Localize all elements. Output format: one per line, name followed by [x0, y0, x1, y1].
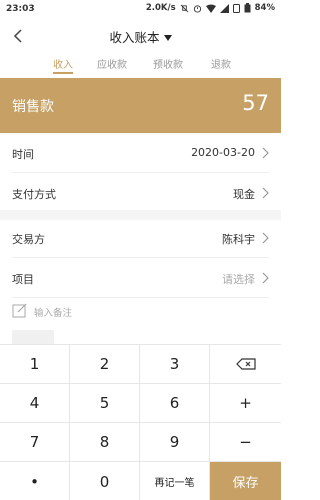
chevron-right-icon	[262, 272, 269, 284]
save-and-new-button[interactable]: 再记一笔	[140, 462, 210, 500]
chevron-right-icon	[262, 232, 269, 244]
header: 收入账本	[0, 20, 281, 50]
save-button[interactable]: 保存	[210, 462, 281, 500]
key-dot[interactable]: •	[0, 462, 70, 500]
battery-percent: 84%	[254, 3, 275, 13]
key-8[interactable]: 8	[70, 423, 140, 462]
project-label: 项目	[12, 273, 34, 286]
payment-row[interactable]: 支付方式 现金	[12, 173, 269, 213]
caret-down-icon	[163, 35, 172, 41]
key-1[interactable]: 1	[0, 345, 70, 384]
counterparty-label: 交易方	[12, 233, 45, 246]
numeric-keypad: 1 2 3 4 5 6 + 7 8 9 − • 0 再记一笔 保存	[0, 344, 281, 500]
signal-icon	[219, 3, 229, 13]
key-9[interactable]: 9	[140, 423, 210, 462]
key-plus[interactable]: +	[210, 384, 281, 423]
project-placeholder: 请选择	[222, 273, 255, 286]
counterparty-value: 陈科宇	[222, 233, 255, 246]
status-time: 23:03	[6, 4, 35, 14]
key-0[interactable]: 0	[70, 462, 140, 500]
tab-receivable[interactable]: 应收款	[92, 56, 132, 71]
backspace-icon	[235, 358, 256, 370]
time-row[interactable]: 时间 2020-03-20	[12, 133, 269, 173]
tab-indicator	[53, 72, 73, 74]
status-right: 2.0K/s 84%	[146, 3, 275, 13]
wifi-icon	[205, 4, 216, 13]
status-bar: 23:03 2.0K/s 84%	[0, 0, 281, 20]
key-6[interactable]: 6	[140, 384, 210, 423]
tab-prepayment[interactable]: 预收款	[148, 56, 188, 71]
note-placeholder: 输入备注	[34, 308, 73, 319]
time-label: 时间	[12, 148, 34, 161]
key-minus[interactable]: −	[210, 423, 281, 462]
battery-icon	[244, 3, 251, 13]
key-7[interactable]: 7	[0, 423, 70, 462]
mute-icon	[180, 4, 189, 12]
amount-banner[interactable]: 销售款 57	[0, 78, 281, 133]
payment-label: 支付方式	[12, 188, 56, 201]
alarm-icon	[193, 4, 201, 13]
key-5[interactable]: 5	[70, 384, 140, 423]
network-speed: 2.0K/s	[145, 3, 176, 13]
edit-icon	[12, 303, 27, 318]
sim-icon	[232, 3, 240, 13]
tab-refund[interactable]: 退款	[201, 56, 241, 71]
chevron-right-icon	[262, 187, 269, 199]
chevron-right-icon	[262, 147, 269, 159]
counterparty-row[interactable]: 交易方 陈科宇	[12, 218, 269, 258]
amount-value: 57	[242, 91, 269, 115]
ledger-switcher[interactable]: 收入账本	[0, 27, 281, 46]
time-value: 2020-03-20	[191, 146, 255, 159]
payment-value: 现金	[233, 188, 255, 201]
key-3[interactable]: 3	[140, 345, 210, 384]
tab-bar: 收入 应收款 预收款 退款	[0, 50, 281, 78]
attachment-slot[interactable]	[12, 330, 54, 344]
page-title: 收入账本	[109, 30, 160, 45]
key-2[interactable]: 2	[70, 345, 140, 384]
category-label: 销售款	[12, 99, 54, 115]
tab-income[interactable]: 收入	[43, 56, 83, 71]
backspace-key[interactable]	[210, 345, 281, 384]
project-row[interactable]: 项目 请选择	[12, 258, 269, 298]
key-4[interactable]: 4	[0, 384, 70, 423]
note-field[interactable]: 输入备注	[12, 300, 269, 322]
